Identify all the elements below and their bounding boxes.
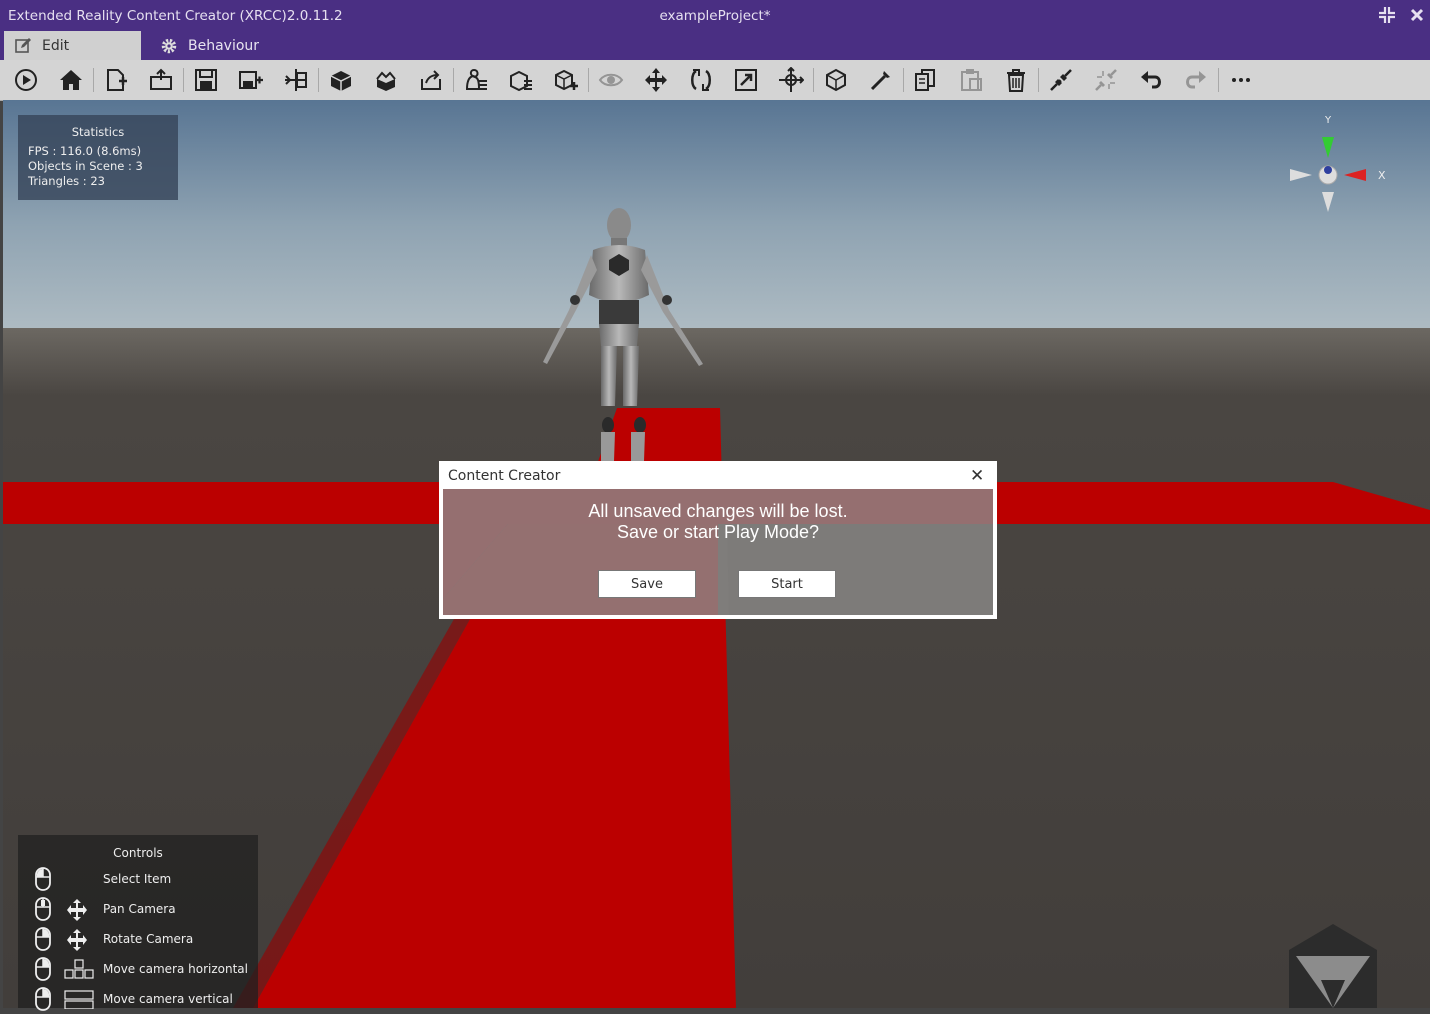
- move-icon[interactable]: [641, 65, 671, 95]
- more-icon[interactable]: [1226, 65, 1256, 95]
- control-row: Rotate Camera: [18, 927, 258, 951]
- delete-icon[interactable]: [1001, 65, 1031, 95]
- package-icon[interactable]: [326, 65, 356, 95]
- save-as-icon[interactable]: [236, 65, 266, 95]
- dialog-message: All unsaved changes will be lost. Save o…: [443, 501, 993, 543]
- mouse-icon: [34, 897, 52, 924]
- behaviour-list-icon[interactable]: [461, 65, 491, 95]
- control-row: Select Item: [18, 867, 258, 891]
- connect-icon[interactable]: [1046, 65, 1076, 95]
- gizmo-x-label: X: [1378, 169, 1386, 182]
- local-space-icon[interactable]: [821, 65, 851, 95]
- dialog-message-line1: All unsaved changes will be lost.: [588, 501, 848, 521]
- mouse-icon: [34, 987, 52, 1014]
- control-label: Select Item: [103, 872, 172, 886]
- restore-window-icon[interactable]: [1376, 4, 1398, 26]
- statistics-title: Statistics: [71, 125, 125, 139]
- mouse-icon: [34, 957, 52, 984]
- project-title: exampleProject*: [659, 8, 771, 24]
- close-window-icon[interactable]: [1406, 4, 1428, 26]
- control-label: Move camera horizontal: [103, 962, 248, 976]
- gizmo-y-label: Y: [1324, 115, 1332, 126]
- dialog-body: All unsaved changes will be lost. Save o…: [443, 489, 993, 615]
- triangles-count: Triangles : 23: [28, 174, 105, 188]
- control-label: Pan Camera: [103, 902, 176, 916]
- undo-icon[interactable]: [1136, 65, 1166, 95]
- control-row: Move camera horizontal: [18, 957, 258, 981]
- dialog-title: Content Creator: [448, 468, 561, 484]
- tab-behaviour-label: Behaviour: [188, 37, 260, 54]
- mode-tabs: Edit Behaviour: [0, 30, 1430, 60]
- add-object-icon[interactable]: [551, 65, 581, 95]
- move-arrows-icon: [64, 929, 90, 954]
- control-row: Move camera vertical: [18, 987, 258, 1011]
- control-label: Move camera vertical: [103, 992, 233, 1006]
- controls-panel: Controls Select Item Pan Camera Rotate C…: [18, 835, 258, 1011]
- keyboard-wasd-icon: [64, 959, 94, 982]
- paste-icon[interactable]: [956, 65, 986, 95]
- move-arrows-icon: [64, 899, 90, 924]
- keyboard-space-icon: [64, 989, 94, 1012]
- visibility-icon[interactable]: [596, 65, 626, 95]
- statistics-panel: Statistics FPS : 116.0 (8.6ms) Objects i…: [18, 115, 178, 200]
- new-file-icon[interactable]: [101, 65, 131, 95]
- mouse-icon: [34, 867, 52, 894]
- pencil-icon: [15, 37, 31, 53]
- disconnect-icon[interactable]: [1091, 65, 1121, 95]
- scale-icon[interactable]: [731, 65, 761, 95]
- control-row: Pan Camera: [18, 897, 258, 921]
- object-list-icon[interactable]: [506, 65, 536, 95]
- play-icon[interactable]: [11, 65, 41, 95]
- confirm-dialog: Content Creator ✕ All unsaved changes wi…: [439, 461, 997, 619]
- import-icon[interactable]: [281, 65, 311, 95]
- redo-icon[interactable]: [1181, 65, 1211, 95]
- copy-icon[interactable]: [911, 65, 941, 95]
- controls-title: Controls: [113, 846, 163, 860]
- close-icon[interactable]: ✕: [970, 466, 984, 486]
- pivot-icon[interactable]: [776, 65, 806, 95]
- control-label: Rotate Camera: [103, 932, 194, 946]
- save-icon[interactable]: [191, 65, 221, 95]
- gear-icon: [161, 38, 177, 53]
- fps-readout: FPS : 116.0 (8.6ms): [28, 144, 142, 158]
- title-bar: Extended Reality Content Creator (XRCC)2…: [0, 0, 1430, 30]
- unpack-icon[interactable]: [371, 65, 401, 95]
- dialog-message-line2: Save or start Play Mode?: [616, 522, 820, 542]
- start-button[interactable]: Start: [738, 570, 836, 598]
- tab-edit[interactable]: Edit: [4, 31, 141, 60]
- toolbar: [0, 60, 1430, 101]
- tab-edit-label: Edit: [42, 37, 70, 54]
- objects-count: Objects in Scene : 3: [28, 159, 143, 173]
- tool-icon[interactable]: [866, 65, 896, 95]
- open-folder-icon[interactable]: [146, 65, 176, 95]
- rotate-icon[interactable]: [686, 65, 716, 95]
- save-button[interactable]: Save: [598, 570, 696, 598]
- mouse-icon: [34, 927, 52, 954]
- home-icon[interactable]: [56, 65, 86, 95]
- tab-behaviour[interactable]: Behaviour: [150, 31, 290, 60]
- export-icon[interactable]: [416, 65, 446, 95]
